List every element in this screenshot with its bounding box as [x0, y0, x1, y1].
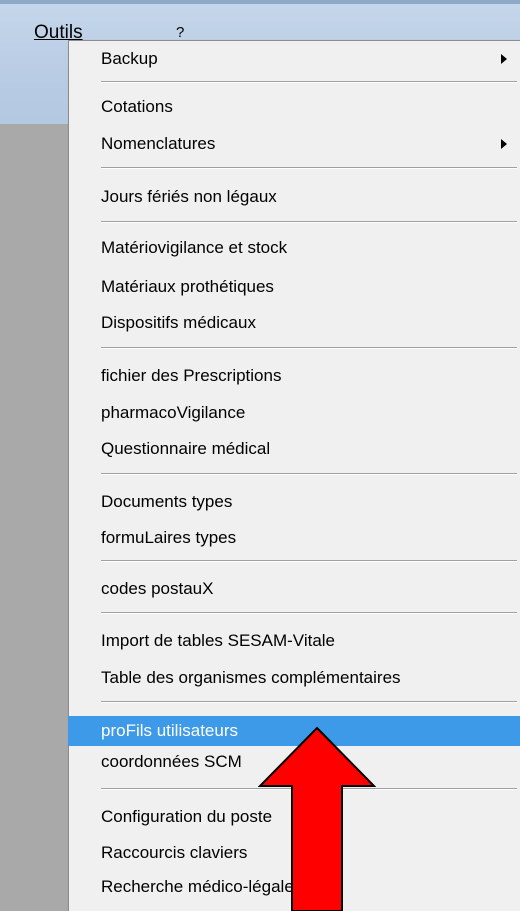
- menu-item-label: Matériaux prothétiques: [101, 277, 274, 296]
- submenu-arrow-icon: [501, 139, 507, 149]
- menu-item-label: coordonnées SCM: [101, 752, 242, 771]
- menu-item-jours-feries[interactable]: Jours fériés non légaux: [69, 182, 519, 212]
- menu-item-label: fichier des Prescriptions: [101, 366, 282, 385]
- menu-item-label: Jours fériés non légaux: [101, 187, 277, 206]
- menu-item-label: Documents types: [101, 492, 233, 511]
- menu-item-fichier-prescriptions[interactable]: fichier des Prescriptions: [69, 361, 519, 391]
- menu-separator: [101, 473, 517, 475]
- menu-item-label: formuLaires types: [101, 528, 237, 547]
- menu-separator: [101, 167, 517, 169]
- menu-item-table-organismes[interactable]: Table des organismes complémentaires: [69, 663, 519, 693]
- menu-item-label: Dispositifs médicaux: [101, 313, 256, 332]
- menu-item-backup[interactable]: Backup: [69, 44, 519, 74]
- menu-separator: [101, 560, 517, 562]
- menu-separator: [101, 221, 517, 223]
- menu-item-formulaires-types[interactable]: formuLaires types: [69, 523, 519, 553]
- menu-help[interactable]: ?: [176, 24, 184, 41]
- menu-item-label: codes postauX: [101, 579, 214, 598]
- submenu-arrow-icon: [501, 54, 507, 64]
- menu-item-label: Table des organismes complémentaires: [101, 668, 401, 687]
- menu-item-documents-types[interactable]: Documents types: [69, 487, 519, 517]
- menu-item-dispositifs-medicaux[interactable]: Dispositifs médicaux: [69, 308, 519, 338]
- menu-item-nomenclatures[interactable]: Nomenclatures: [69, 129, 519, 159]
- menu-separator: [101, 612, 517, 614]
- menu-item-questionnaire-medical[interactable]: Questionnaire médical: [69, 434, 519, 464]
- menu-item-label: proFils utilisateurs: [101, 721, 238, 740]
- menu-item-label: pharmacoVigilance: [101, 403, 246, 422]
- menu-item-codes-postaux[interactable]: codes postauX: [69, 574, 519, 604]
- menu-item-label: Import de tables SESAM-Vitale: [101, 631, 336, 650]
- menu-separator: [101, 347, 517, 349]
- menu-item-label: Configuration du poste: [101, 807, 273, 826]
- menu-item-materiovigilance[interactable]: Matériovigilance et stock: [69, 233, 519, 263]
- menu-item-label: Raccourcis claviers: [101, 843, 248, 862]
- menu-item-cotations[interactable]: Cotations: [69, 92, 519, 122]
- menu-item-materiaux-prothetiques[interactable]: Matériaux prothétiques: [69, 272, 519, 302]
- menu-item-label: Matériovigilance et stock: [101, 238, 288, 257]
- menu-separator: [101, 81, 517, 83]
- menu-item-label: Questionnaire médical: [101, 439, 271, 458]
- menu-item-label: Nomenclatures: [101, 134, 216, 153]
- menu-item-pharmacovigilance[interactable]: pharmacoVigilance: [69, 398, 519, 428]
- red-up-arrow-icon: [258, 726, 376, 911]
- menu-separator: [101, 701, 517, 703]
- red-arrow-shape: [258, 726, 376, 911]
- menu-item-label: Backup: [101, 49, 158, 68]
- menu-item-import-sesam[interactable]: Import de tables SESAM-Vitale: [69, 626, 519, 656]
- left-panel: [0, 124, 68, 911]
- menu-item-label: Cotations: [101, 97, 173, 116]
